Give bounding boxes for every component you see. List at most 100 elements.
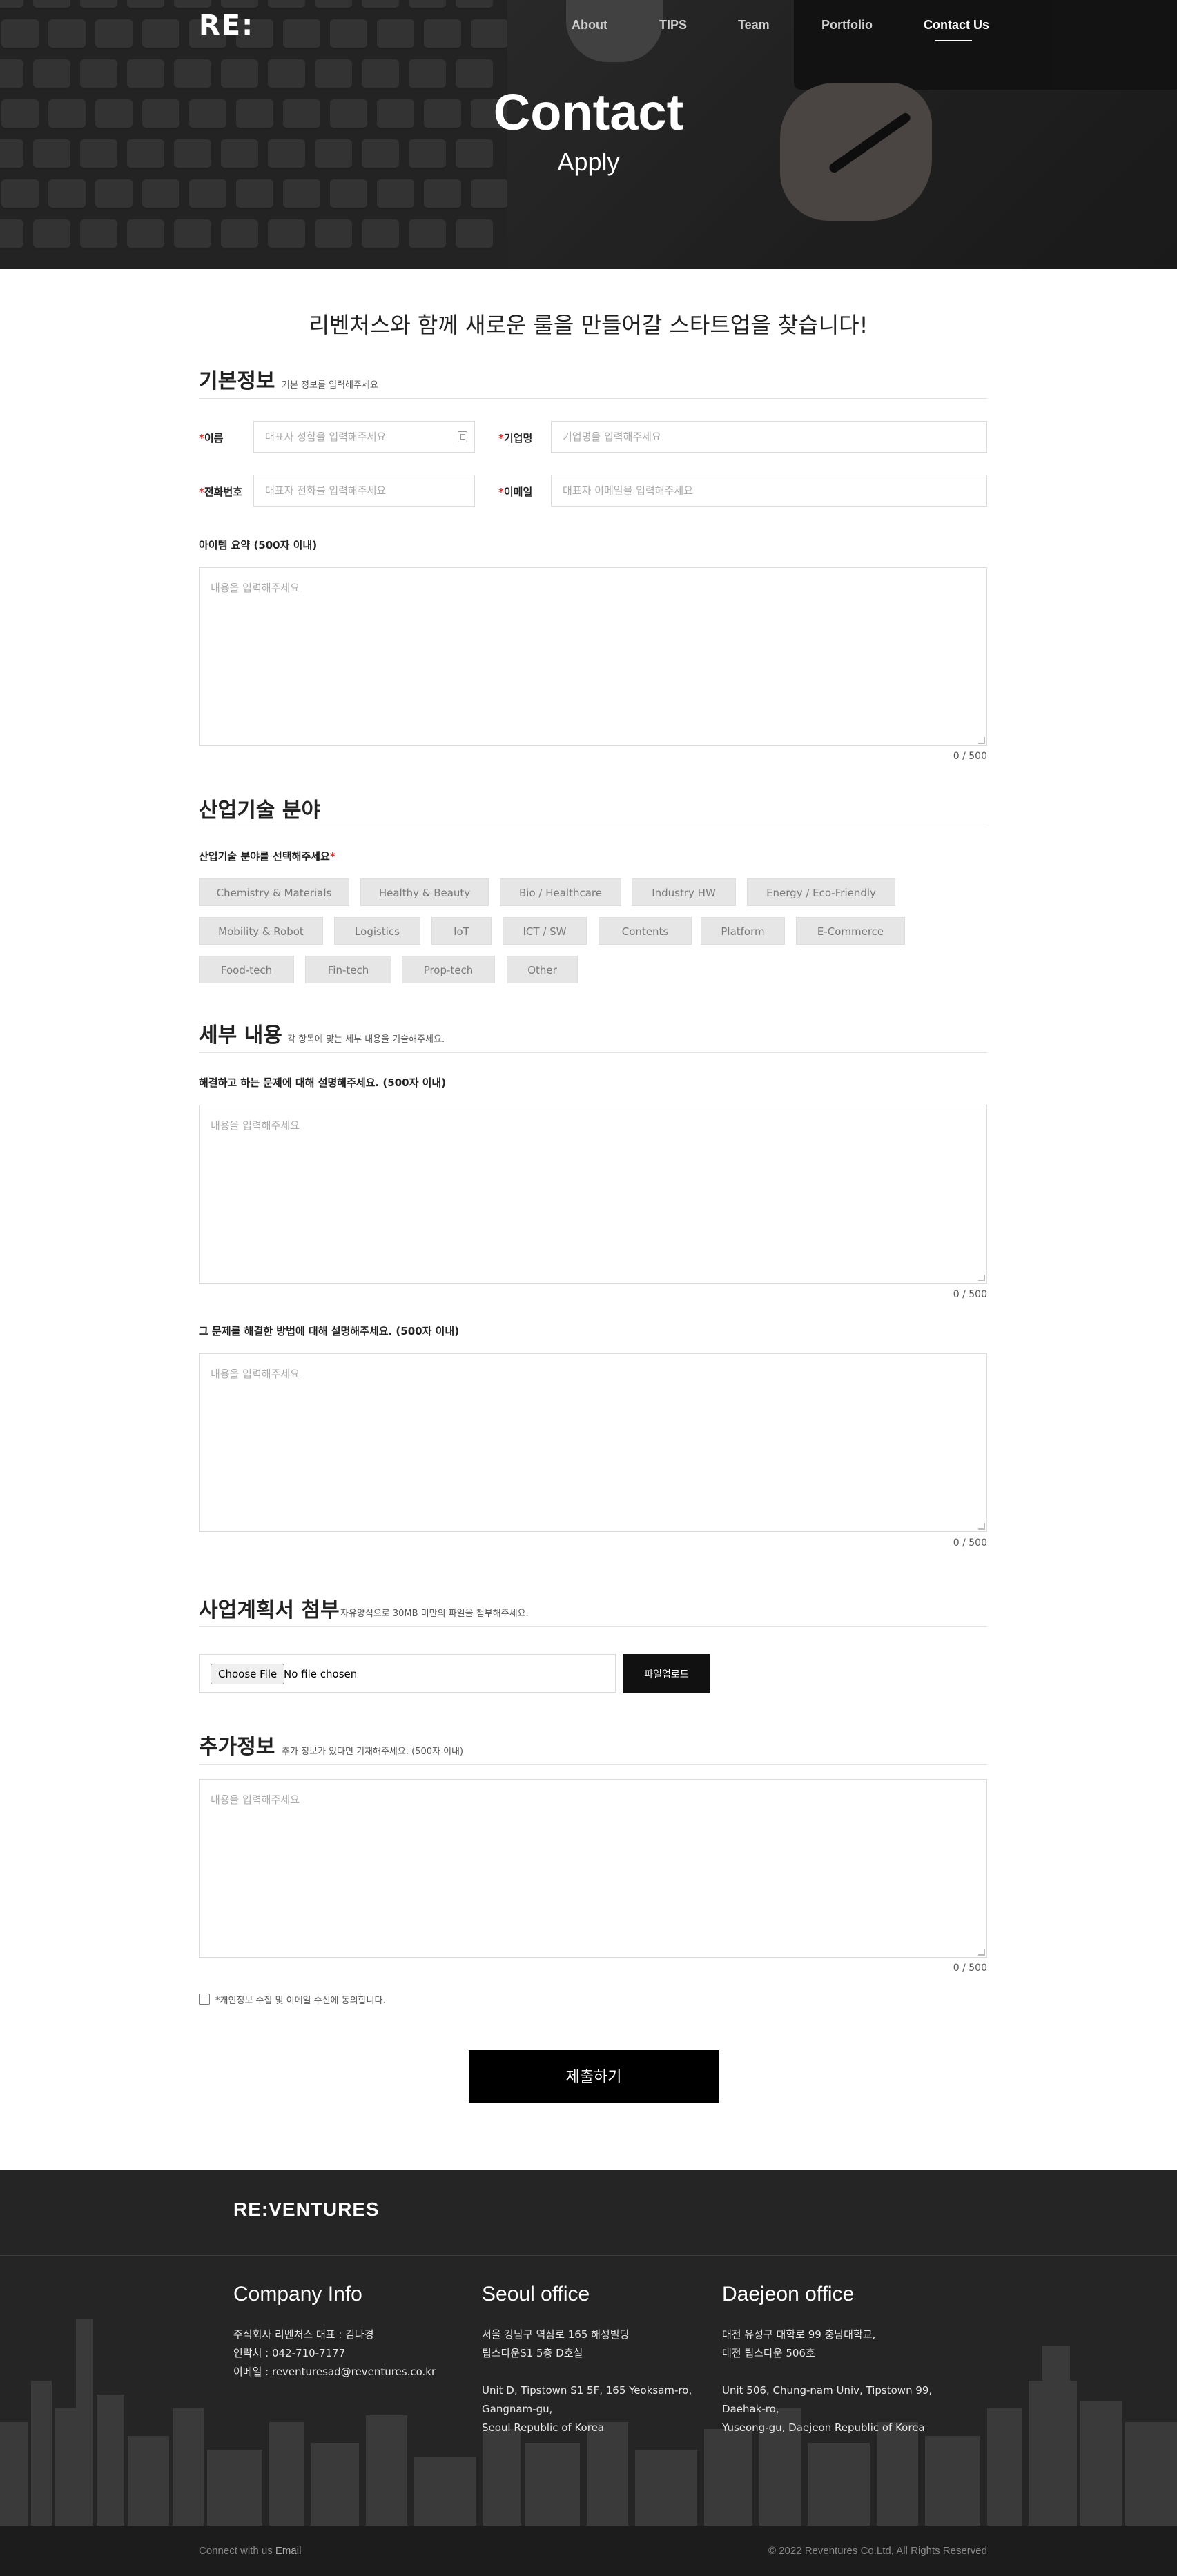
section-desc-details: 각 항목에 맞는 세부 내용을 기술해주세요. (287, 1034, 445, 1045)
section-divider (199, 1052, 987, 1053)
skyline-building (1125, 2422, 1177, 2526)
skyline-building (97, 2395, 124, 2526)
skyline-building (1080, 2401, 1122, 2526)
nav-portfolio[interactable]: Portfolio (821, 18, 873, 32)
skyline-building (76, 2319, 93, 2526)
file-upload-button[interactable]: 파일업로드 (623, 1654, 710, 1693)
file-input[interactable]: Choose File No file chosen (199, 1654, 616, 1693)
summary-textarea[interactable]: 내용을 입력해주세요 (199, 567, 987, 746)
email-input[interactable]: 대표자 이메일을 입력해주세요 (551, 475, 987, 507)
footer-daejeon-address: 대전 유성구 대학로 99 충남대학교, 대전 팁스타운 506호 Unit 5… (722, 2328, 933, 2434)
section-divider (199, 1626, 987, 1627)
footer-logo[interactable]: RE:VENTURES (233, 2199, 380, 2221)
nav-tips[interactable]: TIPS (659, 18, 687, 32)
summary-counter: 0 / 500 (953, 751, 987, 762)
company-label: *기업명 (498, 432, 533, 444)
section-title-basic-info: 기본정보 (199, 369, 275, 393)
nav-contact-us[interactable]: Contact Us (924, 18, 989, 32)
page-tagline: 리벤처스와 함께 새로운 룰을 만들어갈 스타트업을 찾습니다! (309, 312, 868, 338)
skyline-building (0, 2422, 28, 2526)
section-desc-basic-info: 기본 정보를 입력해주세요 (282, 380, 378, 391)
section-title-details: 세부 내용 (199, 1023, 282, 1048)
skyline-building (877, 2422, 918, 2526)
chip-e-commerce[interactable]: E-Commerce (796, 917, 905, 945)
problem-textarea[interactable]: 내용을 입력해주세요 (199, 1105, 987, 1284)
resize-handle-icon[interactable] (978, 737, 985, 744)
chip-prop-tech[interactable]: Prop-tech (402, 956, 495, 983)
skyline-building (808, 2443, 870, 2526)
nav-about[interactable]: About (572, 18, 607, 32)
chip-energy-eco-friendly[interactable]: Energy / Eco-Friendly (747, 878, 895, 906)
file-status-text: No file chosen (284, 1668, 358, 1680)
resize-handle-icon[interactable] (978, 1275, 985, 1281)
consent-checkbox[interactable] (199, 1994, 210, 2005)
chip-industry-hw[interactable]: Industry HW (632, 878, 736, 906)
footer-seoul-title: Seoul office (482, 2283, 590, 2305)
skyline-building (704, 2429, 752, 2526)
chip-mobility-robot[interactable]: Mobility & Robot (199, 917, 323, 945)
footer-company-title: Company Info (233, 2283, 362, 2305)
email-link[interactable]: Email (275, 2545, 302, 2557)
chip-other[interactable]: Other (507, 956, 578, 983)
connect-text: Connect with us Email (199, 2545, 302, 2557)
resize-handle-icon[interactable] (978, 1949, 985, 1956)
nav-team[interactable]: Team (738, 18, 770, 32)
footer-company-info: 주식회사 리벤처스 대표 : 김나경 연락처 : 042-710-7177 이메… (233, 2328, 436, 2378)
chip-iot[interactable]: IoT (431, 917, 492, 945)
section-divider (199, 1764, 987, 1765)
skyline-building (635, 2450, 697, 2526)
chip-contents[interactable]: Contents (599, 917, 692, 945)
summary-label: 아이템 요약 (500자 이내) (199, 539, 318, 551)
chip-food-tech[interactable]: Food-tech (199, 956, 294, 983)
section-title-attachment: 사업계획서 첨부 (199, 1598, 340, 1622)
site-footer: RE:VENTURES Company Info 주식회사 리벤처스 대표 : … (0, 2170, 1177, 2526)
problem-counter: 0 / 500 (953, 1289, 987, 1300)
problem-label: 해결하고 하는 문제에 대해 설명해주세요. (500자 이내) (199, 1076, 447, 1089)
choose-file-button[interactable]: Choose File (211, 1664, 285, 1684)
chip-fin-tech[interactable]: Fin-tech (305, 956, 391, 983)
skyline-building (414, 2457, 476, 2526)
solution-textarea[interactable]: 내용을 입력해주세요 (199, 1353, 987, 1532)
name-label: *이름 (199, 432, 224, 444)
footer-divider (0, 2255, 1177, 2256)
submit-button[interactable]: 제출하기 (469, 2050, 719, 2103)
solution-label: 그 문제를 해결한 방법에 대해 설명해주세요. (500자 이내) (199, 1325, 460, 1337)
solution-counter: 0 / 500 (953, 1537, 987, 1548)
consent-label[interactable]: *개인정보 수집 및 이메일 수신에 동의합니다. (215, 1993, 386, 2006)
skyline-building (128, 2436, 169, 2526)
name-input[interactable]: 대표자 성함을 입력해주세요 (253, 421, 475, 453)
skyline-building (269, 2422, 304, 2526)
skyline-building (207, 2450, 262, 2526)
main-nav: About TIPS Team Portfolio Contact Us (0, 18, 1177, 41)
phone-input[interactable]: 대표자 전화를 입력해주세요 (253, 475, 475, 507)
skyline-building (525, 2443, 580, 2526)
section-desc-extra: 추가 정보가 있다면 기재해주세요. (500자 이내) (282, 1747, 464, 1757)
chip-logistics[interactable]: Logistics (334, 917, 420, 945)
autofill-icon[interactable] (458, 431, 467, 442)
resize-handle-icon[interactable] (978, 1523, 985, 1530)
skyline-building (925, 2436, 980, 2526)
section-divider (199, 398, 987, 399)
skyline-building (366, 2415, 407, 2526)
skyline-building (173, 2408, 204, 2526)
footer-seoul-address: 서울 강남구 역삼로 165 해성빌딩 팁스타운S1 5층 D호실 Unit D… (482, 2328, 692, 2434)
skyline-building (31, 2381, 52, 2526)
skyline-building (1042, 2346, 1070, 2526)
footer-bottom-bar: Connect with us Email © 2022 Reventures … (0, 2526, 1177, 2576)
extra-textarea[interactable]: 내용을 입력해주세요 (199, 1779, 987, 1958)
company-input[interactable]: 기업명을 입력해주세요 (551, 421, 987, 453)
footer-daejeon-title: Daejeon office (722, 2283, 855, 2305)
skyline-building (483, 2429, 521, 2526)
section-title-extra: 추가정보 (199, 1735, 275, 1759)
chip-ict-sw[interactable]: ICT / SW (503, 917, 587, 945)
industry-select-label: 산업기술 분야를 선택해주세요* (199, 850, 335, 863)
chip-bio-healthcare[interactable]: Bio / Healthcare (500, 878, 621, 906)
nav-active-underline (935, 40, 972, 41)
chip-platform[interactable]: Platform (701, 917, 785, 945)
chip-chemistry-materials[interactable]: Chemistry & Materials (199, 878, 349, 906)
hero-title: Contact (493, 83, 684, 141)
copyright-text: © 2022 Reventures Co.Ltd, All Rights Res… (768, 2545, 987, 2557)
chip-healthy-beauty[interactable]: Healthy & Beauty (360, 878, 489, 906)
section-title-industry: 산업기술 분야 (199, 798, 321, 823)
hero-subtitle: Apply (557, 148, 620, 176)
